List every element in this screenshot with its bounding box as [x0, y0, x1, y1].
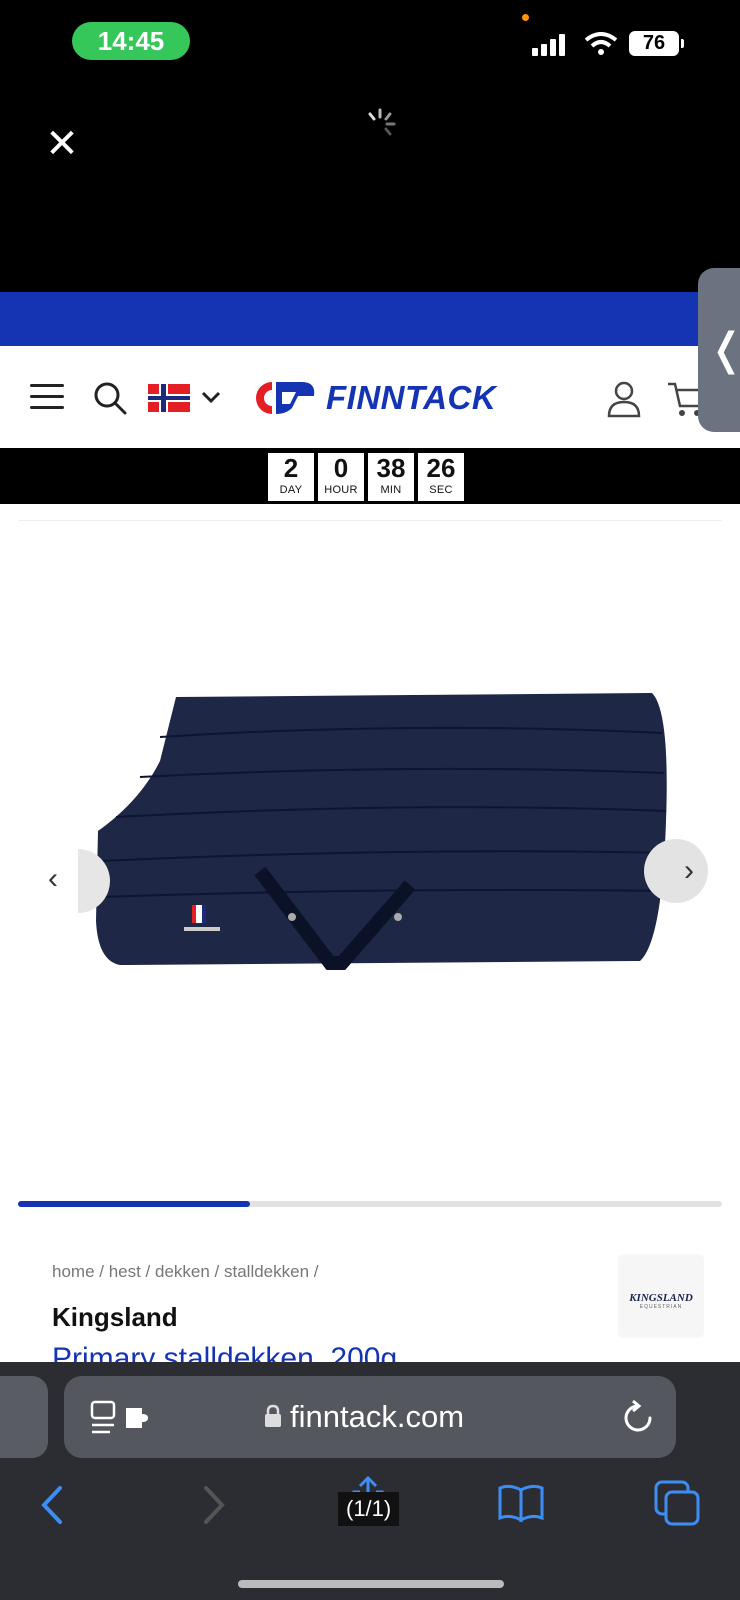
lock-icon: [265, 1404, 281, 1427]
site-header: FINNTACK: [0, 346, 740, 448]
close-icon[interactable]: ✕: [40, 122, 84, 166]
menu-icon[interactable]: [30, 382, 64, 412]
home-indicator: [238, 1580, 504, 1588]
countdown-days: 2 DAY: [268, 453, 314, 501]
countdown-hours: 0 HOUR: [318, 453, 364, 501]
reload-icon[interactable]: [620, 1398, 656, 1436]
gallery-progress: [18, 1201, 722, 1207]
browser-toolbar: finntack.com (1/1): [0, 1362, 740, 1600]
gallery-next-button[interactable]: ›: [644, 839, 708, 903]
countdown-timer: 2 DAY 0 HOUR 38 MIN 26 SEC: [268, 453, 464, 501]
page-count-label: (1/1): [338, 1492, 400, 1526]
loading-spinner-icon: [368, 108, 396, 136]
brand-logo[interactable]: KINGSLAND EQUESTRIAN: [618, 1254, 704, 1338]
countdown-unit: HOUR: [324, 484, 358, 496]
wifi-icon: [584, 32, 618, 62]
countdown-unit: DAY: [279, 484, 303, 496]
countdown-value: 26: [426, 453, 456, 483]
gallery-prev-button[interactable]: ‹: [48, 861, 78, 897]
privacy-indicator: [522, 14, 529, 21]
norway-flag-icon[interactable]: [148, 384, 190, 412]
product-image[interactable]: [80, 681, 680, 1001]
product-title: Primary stalldekken, 200g: [52, 1342, 398, 1362]
forward-icon[interactable]: [196, 1482, 232, 1528]
back-icon[interactable]: [34, 1482, 70, 1528]
product-info: home / hest / dekken / stalldekken / Kin…: [18, 1242, 722, 1362]
chevron-down-icon[interactable]: [200, 386, 222, 408]
tabs-icon[interactable]: [652, 1478, 702, 1526]
status-bar: 14:45 76: [0, 0, 740, 90]
countdown-value: 38: [376, 453, 406, 483]
search-icon[interactable]: [92, 380, 128, 416]
countdown-unit: SEC: [429, 484, 453, 496]
url-text[interactable]: finntack.com: [290, 1396, 464, 1438]
signal-icon: [532, 32, 572, 56]
top-banner: [0, 292, 740, 346]
side-drawer-handle[interactable]: ❬: [698, 268, 740, 432]
countdown-value: 0: [333, 453, 349, 483]
product-brand[interactable]: Kingsland: [52, 1302, 178, 1333]
countdown-unit: MIN: [380, 484, 402, 496]
status-time: 14:45: [72, 22, 190, 60]
battery-icon: 76: [629, 31, 684, 56]
brand-logo-subtext: EQUESTRIAN: [639, 1304, 683, 1310]
countdown-banner: 2 DAY 0 HOUR 38 MIN 26 SEC: [0, 448, 740, 504]
breadcrumb[interactable]: home / hest / dekken / stalldekken /: [52, 1262, 318, 1282]
webpage: FINNTACK 2 DAY 0 HOUR 38 MIN 26 SEC ‹ › …: [0, 292, 740, 1362]
countdown-minutes: 38 MIN: [368, 453, 414, 501]
countdown-value: 2: [283, 453, 299, 483]
address-bar[interactable]: finntack.com: [64, 1376, 676, 1458]
product-gallery[interactable]: ‹ ›: [18, 520, 722, 1210]
countdown-seconds: 26 SEC: [418, 453, 464, 501]
page-menu-icon[interactable]: [88, 1398, 160, 1438]
gallery-progress-fill: [18, 1201, 251, 1207]
finntack-logo-icon[interactable]: [252, 378, 318, 418]
user-icon[interactable]: [606, 380, 642, 418]
bookmarks-icon[interactable]: [496, 1482, 546, 1524]
previous-tab-preview[interactable]: [0, 1376, 48, 1458]
brand-logo-text: KINGSLAND: [629, 1292, 693, 1304]
site-logo-text[interactable]: FINNTACK: [326, 378, 496, 418]
